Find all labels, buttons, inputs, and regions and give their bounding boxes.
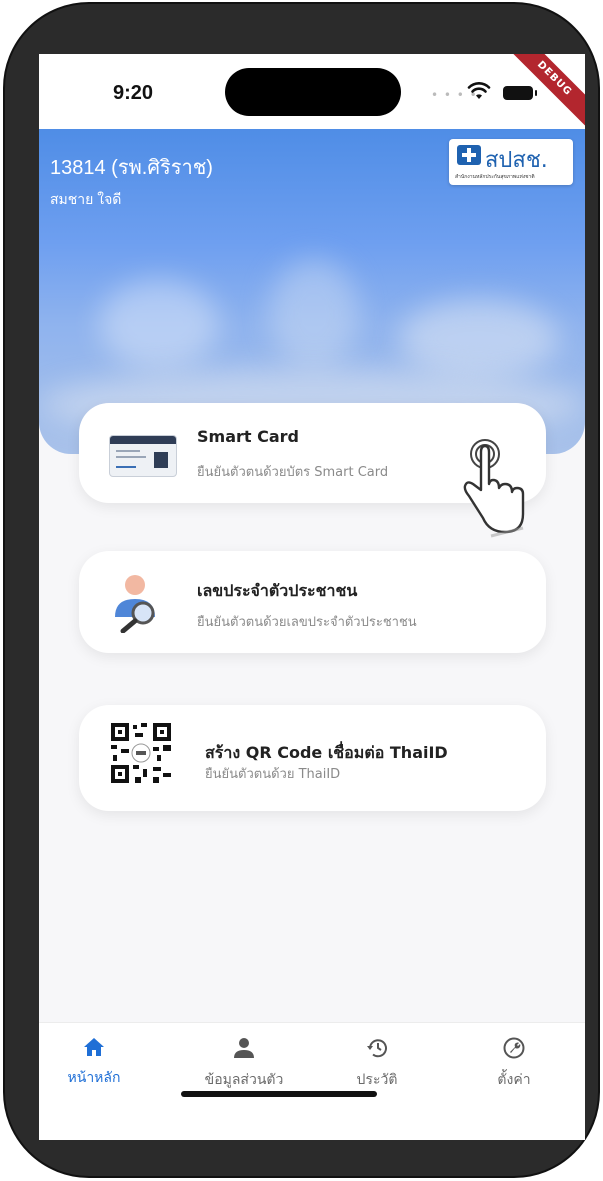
nav-settings[interactable]: ตั้งค่า: [459, 1037, 569, 1091]
nav-history[interactable]: ประวัติ: [322, 1037, 432, 1091]
nav-home[interactable]: หน้าหลัก: [39, 1037, 149, 1089]
background-photo-detail: [399, 299, 559, 379]
card-subtitle: ยืนยันตัวตนด้วย ThaiID: [205, 767, 341, 782]
thaiid-qr-option[interactable]: สร้าง QR Code เชื่อมต่อ ThaiID ยืนยันตัว…: [79, 705, 546, 811]
nhso-logo: สปสช. สำนักงานหลักประกันสุขภาพแห่งชาติ: [449, 139, 573, 185]
logo-text: สปสช.: [485, 148, 548, 173]
bottom-navigation: หน้าหลัก ข้อมูลส่วนตัว ประวัติ ตั้งค่า: [39, 1022, 585, 1140]
nav-label: หน้าหลัก: [67, 1070, 121, 1086]
wifi-icon: [467, 82, 491, 99]
background-photo: [99, 279, 219, 369]
person-search-icon: [115, 575, 155, 633]
smart-card-icon: [109, 435, 177, 477]
nav-label: ข้อมูลส่วนตัว: [204, 1072, 284, 1088]
dynamic-island: [225, 68, 401, 116]
battery-icon: [503, 86, 537, 100]
nav-label: ประวัติ: [356, 1072, 398, 1088]
settings-wrench-icon: [503, 1037, 525, 1059]
card-title: Smart Card: [197, 427, 299, 446]
person-icon: [234, 1038, 254, 1058]
hospital-name: 13814 (รพ.ศิริราช): [50, 157, 213, 179]
card-title: เลขประจำตัวประชาชน: [197, 581, 358, 600]
nhso-cross-icon: [457, 145, 481, 165]
app-screen: 9:20 • • • • DEBUG 13814 (รพ.ศิริราช) สม…: [39, 54, 585, 1140]
history-icon: [367, 1039, 387, 1058]
home-icon: [84, 1038, 104, 1056]
background-photo-detail: [269, 259, 359, 369]
status-bar: 9:20 • • • • DEBUG: [39, 54, 585, 133]
card-subtitle: ยืนยันตัวตนด้วยเลขประจำตัวประชาชน: [197, 615, 417, 630]
nav-profile[interactable]: ข้อมูลส่วนตัว: [189, 1037, 299, 1091]
card-subtitle: ยืนยันตัวตนด้วยบัตร Smart Card: [197, 465, 389, 480]
user-name: สมชาย ใจดี: [50, 191, 122, 207]
phone-frame: 9:20 • • • • DEBUG 13814 (รพ.ศิริราช) สม…: [3, 2, 600, 1178]
home-indicator: [181, 1091, 377, 1097]
tap-hand-icon: [463, 439, 525, 538]
status-time: 9:20: [113, 82, 154, 104]
logo-subtitle: สำนักงานหลักประกันสุขภาพแห่งชาติ: [455, 174, 535, 180]
qr-code-icon: [109, 721, 173, 785]
nav-label: ตั้งค่า: [497, 1072, 531, 1088]
national-id-option[interactable]: เลขประจำตัวประชาชน ยืนยันตัวตนด้วยเลขประ…: [79, 551, 546, 653]
